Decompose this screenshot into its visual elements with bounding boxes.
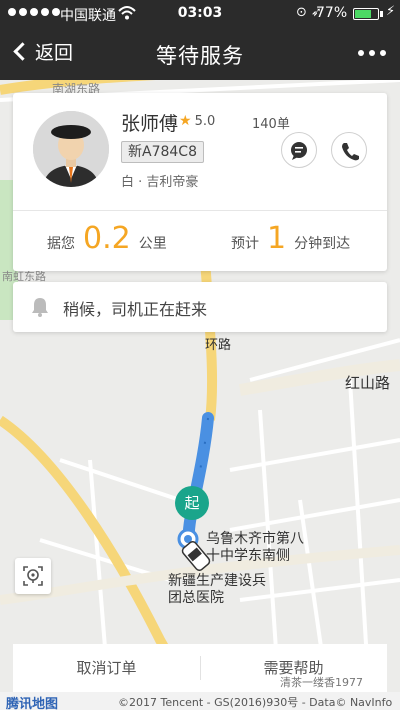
car-model: 白 · 吉利帝豪 (121, 175, 199, 190)
locate-icon (23, 566, 43, 586)
locate-button[interactable] (15, 558, 51, 594)
bell-icon (30, 296, 50, 322)
message-driver-button[interactable] (281, 132, 317, 168)
battery-cap (380, 11, 383, 17)
order-count: 140单 (252, 117, 290, 132)
battery-icon (353, 8, 379, 20)
eta-label: 预计 (231, 236, 259, 252)
distance-label: 据您 (47, 236, 75, 252)
charging-icon: ⚡ (386, 4, 396, 19)
status-bar: 中国联通 03:03 ⊙ ➶ 77% ⚡ (0, 0, 400, 28)
map-footer: 腾讯地图 ©2017 Tencent - GS(2016)930号 - Data… (0, 692, 400, 710)
more-menu-button[interactable] (358, 50, 386, 56)
notice-text: 稍候，司机正在赶来 (63, 300, 208, 319)
pickup-poi-label: 乌鲁木齐市第八十中学东南侧 (206, 531, 304, 564)
pickup-marker: 起 (175, 486, 209, 520)
map-logo: 腾讯地图 (6, 697, 59, 710)
hospital-poi-label: 新疆生产建设兵团总医院 (168, 573, 266, 606)
eta-value: 1 (267, 221, 287, 256)
driver-avatar (33, 111, 109, 187)
map-road-label-ring: 环路 (205, 338, 232, 353)
map-road-label-hongshan: 红山路 (345, 374, 391, 392)
star-icon: ★ (179, 113, 192, 129)
distance-info: 据您 0.2 公里 (47, 221, 167, 256)
nav-bar: 返回 等待服务 (0, 28, 400, 80)
waiting-notice: 稍候，司机正在赶来 (13, 282, 387, 332)
watermark: 清茶一缕香1977 (280, 676, 363, 689)
driver-card: 张师傅 ★ 5.0 140单 新A784C8 白 · 吉利帝豪 据您 0.2 公… (13, 93, 387, 271)
eta-unit: 分钟到达 (294, 236, 351, 252)
battery-percent: 77% (316, 5, 348, 21)
driver-avatar-icon (33, 111, 109, 187)
driver-rating: ★ 5.0 (179, 113, 215, 129)
distance-unit: 公里 (138, 236, 167, 252)
cancel-order-button[interactable]: 取消订单 (13, 644, 200, 692)
eta-info: 预计 1 分钟到达 (231, 221, 350, 256)
driver-name: 张师傅 (121, 113, 179, 135)
distance-value: 0.2 (83, 221, 131, 256)
chat-icon (291, 142, 307, 160)
rating-value: 5.0 (194, 113, 216, 129)
card-divider (13, 210, 387, 211)
page-title: 等待服务 (156, 44, 244, 68)
phone-icon (342, 143, 359, 161)
call-driver-button[interactable] (331, 132, 367, 168)
license-plate: 新A784C8 (121, 141, 204, 163)
map-copyright: ©2017 Tencent - GS(2016)930号 - Data© Nav… (118, 696, 393, 709)
